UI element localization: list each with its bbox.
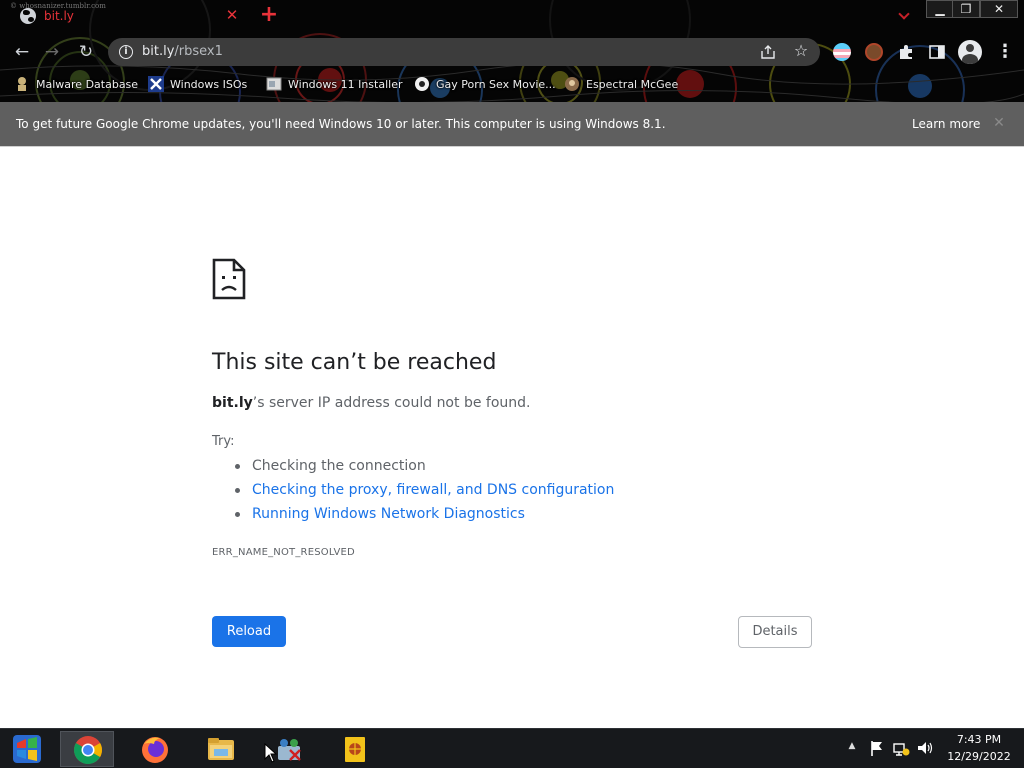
info-icon[interactable]: i	[119, 45, 133, 59]
infobar-message: To get future Google Chrome updates, you…	[16, 117, 666, 131]
suggestion-list: Checking the connection Checking the pro…	[212, 457, 712, 529]
bookmark-malware-database[interactable]: Malware Database	[14, 74, 138, 94]
tab-title: bit.ly	[44, 9, 74, 23]
back-button[interactable]: ←	[10, 41, 34, 63]
active-tab[interactable]: © whosnanizer.tumblr.com bit.ly ✕	[8, 2, 248, 32]
suggestion-check-proxy-link[interactable]: Checking the proxy, firewall, and DNS co…	[212, 481, 712, 505]
restore-button[interactable]: ❐	[952, 0, 980, 18]
windows-isos-icon	[148, 76, 164, 92]
taskbar: ▲ 7:43 PM 12/29/2022	[0, 728, 1024, 768]
flag-extension-icon[interactable]	[833, 43, 851, 61]
error-host: bit.ly	[212, 395, 253, 411]
bookmark-windows-11-installer[interactable]: Windows 11 Installer	[266, 74, 403, 94]
bookmark-label: Gay Porn Sex Movie...	[436, 77, 556, 91]
espectral-icon	[565, 77, 579, 91]
suggestion-network-diagnostics-link[interactable]: Running Windows Network Diagnostics	[212, 505, 712, 529]
error-summary-text: ’s server IP address could not be found.	[252, 395, 531, 411]
taskbar-book-app[interactable]	[328, 731, 382, 767]
forward-button[interactable]: →	[40, 41, 64, 63]
learn-more-link[interactable]: Learn more	[912, 117, 980, 131]
url-text[interactable]: bit.ly/rbsex1	[142, 44, 223, 59]
infobar-close-icon[interactable]: ✕	[990, 114, 1008, 132]
update-infobar: To get future Google Chrome updates, you…	[0, 102, 1024, 147]
avatar-extension-icon[interactable]	[865, 43, 883, 61]
bookmark-label: Espectral McGee	[586, 77, 679, 91]
clock-date[interactable]: 12/29/2022	[940, 750, 1018, 763]
error-code: ERR_NAME_NOT_RESOLVED	[212, 547, 355, 558]
reload-icon[interactable]: ↻	[74, 41, 98, 63]
chrome-icon	[74, 736, 102, 764]
file-explorer-icon	[208, 738, 234, 760]
suggestion-check-connection: Checking the connection	[212, 457, 712, 481]
side-panel-icon[interactable]	[928, 43, 946, 61]
installer-icon	[266, 77, 282, 91]
taskbar-chrome[interactable]	[60, 731, 114, 767]
taskbar-firefox[interactable]	[128, 731, 182, 767]
address-bar[interactable]: i bit.ly/rbsex1 ☆	[108, 38, 820, 66]
bookmark-site-icon	[415, 77, 429, 91]
bookmark-espectral-mcgee[interactable]: Espectral McGee	[564, 74, 678, 94]
error-title: This site can’t be reached	[212, 350, 497, 375]
bookmark-star-icon[interactable]: ☆	[792, 42, 810, 60]
taskbar-file-explorer[interactable]	[194, 731, 248, 767]
details-button[interactable]: Details	[738, 616, 812, 648]
try-label: Try:	[212, 434, 235, 449]
firefox-icon	[142, 737, 168, 763]
mouse-cursor-icon	[264, 743, 278, 763]
new-tab-button[interactable]: +	[258, 4, 280, 26]
tab-search-icon[interactable]	[893, 4, 917, 24]
close-window-button[interactable]: ✕	[980, 0, 1018, 18]
book-app-icon	[345, 737, 365, 762]
start-button[interactable]	[0, 731, 54, 767]
network-users-icon	[278, 739, 301, 761]
start-orb-icon	[13, 735, 41, 763]
action-center-flag-icon[interactable]	[868, 738, 886, 758]
bookmark-windows-isos[interactable]: Windows ISOs	[148, 74, 247, 94]
bookmark-label: Malware Database	[36, 77, 139, 91]
profile-icon[interactable]	[958, 40, 982, 64]
share-icon[interactable]	[760, 44, 776, 60]
url-path: /rbsex1	[174, 44, 223, 59]
bookmark-site[interactable]: Gay Porn Sex Movie...	[414, 74, 556, 94]
extensions-puzzle-icon[interactable]	[897, 43, 915, 61]
bookmark-label: Windows ISOs	[170, 77, 248, 91]
minimize-button[interactable]: ▁	[926, 0, 954, 18]
volume-icon[interactable]	[916, 738, 934, 758]
malware-db-icon	[18, 77, 26, 91]
url-host: bit.ly	[142, 44, 175, 59]
tab-close-icon[interactable]: ✕	[224, 7, 240, 23]
tray-overflow-icon[interactable]: ▲	[846, 741, 858, 755]
more-menu-icon[interactable]: ⋮	[996, 42, 1014, 62]
browser-chrome: © whosnanizer.tumblr.com bit.ly ✕ + ▁ ❐ …	[0, 0, 1024, 102]
error-page: This site can’t be reached bit.ly’s serv…	[0, 148, 1024, 728]
globe-icon	[20, 8, 36, 24]
network-icon[interactable]	[892, 738, 910, 758]
reload-button[interactable]: Reload	[212, 616, 286, 647]
error-summary: bit.ly’s server IP address could not be …	[212, 395, 530, 411]
sad-page-icon	[212, 258, 246, 300]
clock-time[interactable]: 7:43 PM	[940, 733, 1018, 746]
bookmark-label: Windows 11 Installer	[288, 77, 403, 91]
